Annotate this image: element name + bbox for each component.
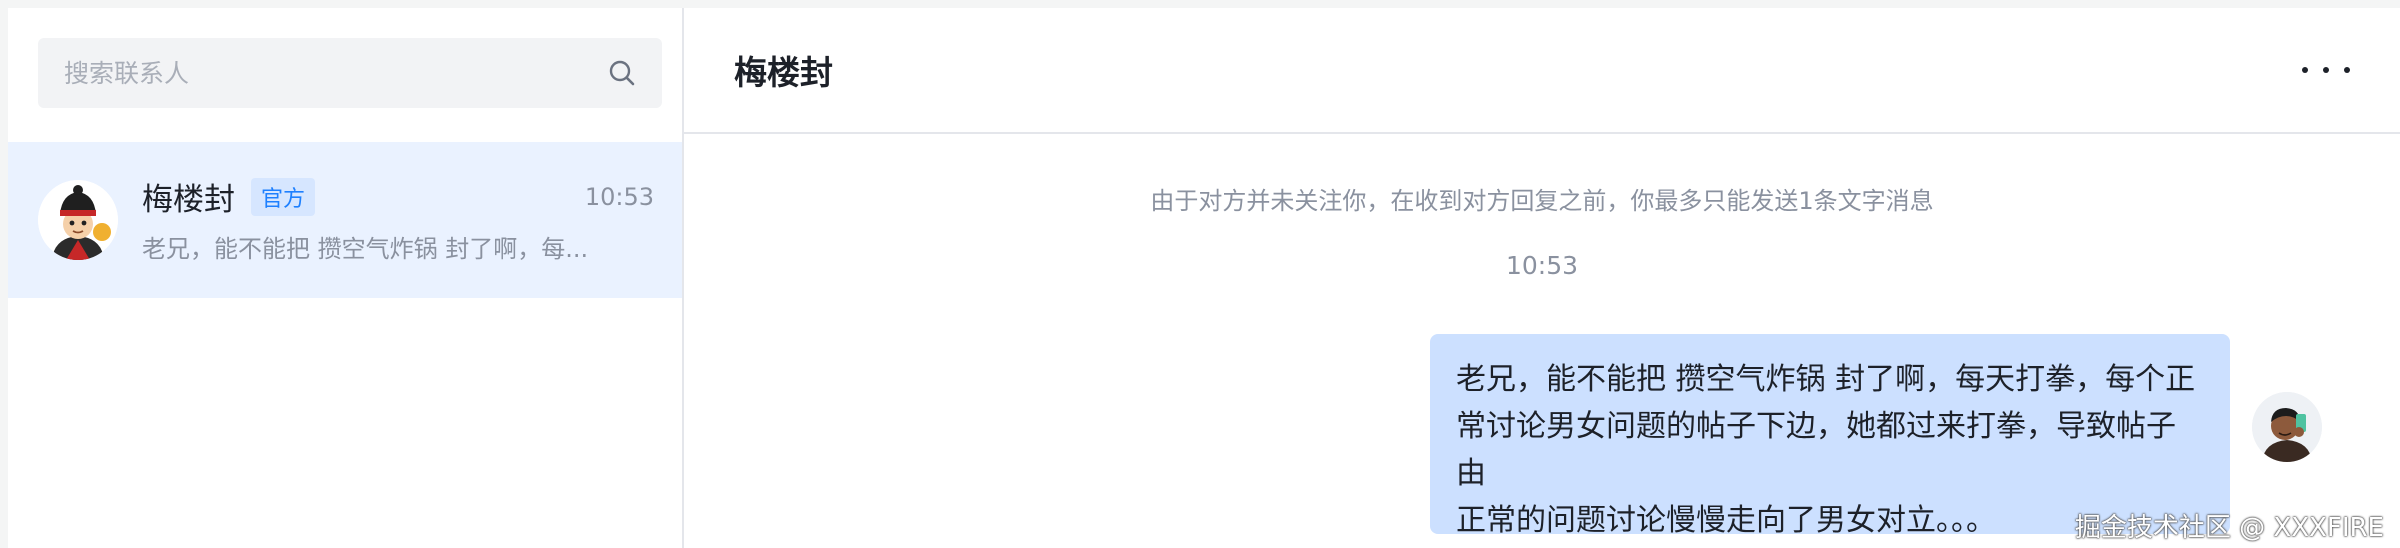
search-box[interactable] (38, 38, 662, 108)
message-line: 常讨论男女问题的帖子下边，她都过来打拳，导致帖子由 (1456, 409, 2176, 491)
contact-name: 梅楼封 (142, 182, 235, 218)
chat-header: 梅楼封 (684, 8, 2400, 134)
contact-preview: 老兄，能不能把 攒空气炸锅 封了啊，每... (142, 234, 589, 263)
system-notice: 由于对方并未关注你，在收到对方回复之前，你最多只能发送1条文字消息 (1150, 187, 1934, 215)
dot (2323, 67, 2329, 73)
dot (2302, 67, 2308, 73)
dot (2344, 67, 2350, 73)
contact-item[interactable]: 梅楼封 官方 10:53 老兄，能不能把 攒空气炸锅 封了啊，每... (8, 142, 682, 298)
message-line: 老兄，能不能把 攒空气炸锅 封了啊，每天打拳，每个正 (1456, 362, 2196, 397)
more-dots-icon[interactable] (2302, 55, 2350, 85)
contact-header-row: 梅楼封 官方 10:53 (142, 177, 654, 218)
contact-time: 10:53 (584, 182, 654, 211)
sent-message-bubble[interactable]: 老兄，能不能把 攒空气炸锅 封了啊，每天打拳，每个正 常讨论男女问题的帖子下边，… (1430, 334, 2230, 538)
contact-info: 梅楼封 官方 10:53 老兄，能不能把 攒空气炸锅 封了啊，每... (142, 177, 654, 264)
cartoon-avatar (38, 180, 118, 260)
search-icon[interactable] (606, 57, 638, 89)
official-badge: 官方 (251, 177, 316, 216)
watermark: 掘金技术社区 @ XXXFIRE (2074, 513, 2384, 543)
chat-panel: 梅楼封 由于对方并未关注你，在收到对方回复之前，你最多只能发送1条文字消息 10… (684, 8, 2400, 548)
search-input[interactable] (64, 58, 606, 88)
chat-app: 梅楼封 官方 10:53 老兄，能不能把 攒空气炸锅 封了啊，每... 梅楼封 … (8, 8, 2400, 548)
message-timestamp: 10:53 (1505, 251, 1579, 280)
contact-sidebar: 梅楼封 官方 10:53 老兄，能不能把 攒空气炸锅 封了啊，每... (8, 8, 684, 548)
chat-title: 梅楼封 (734, 53, 833, 92)
user-avatar[interactable] (2252, 392, 2322, 462)
